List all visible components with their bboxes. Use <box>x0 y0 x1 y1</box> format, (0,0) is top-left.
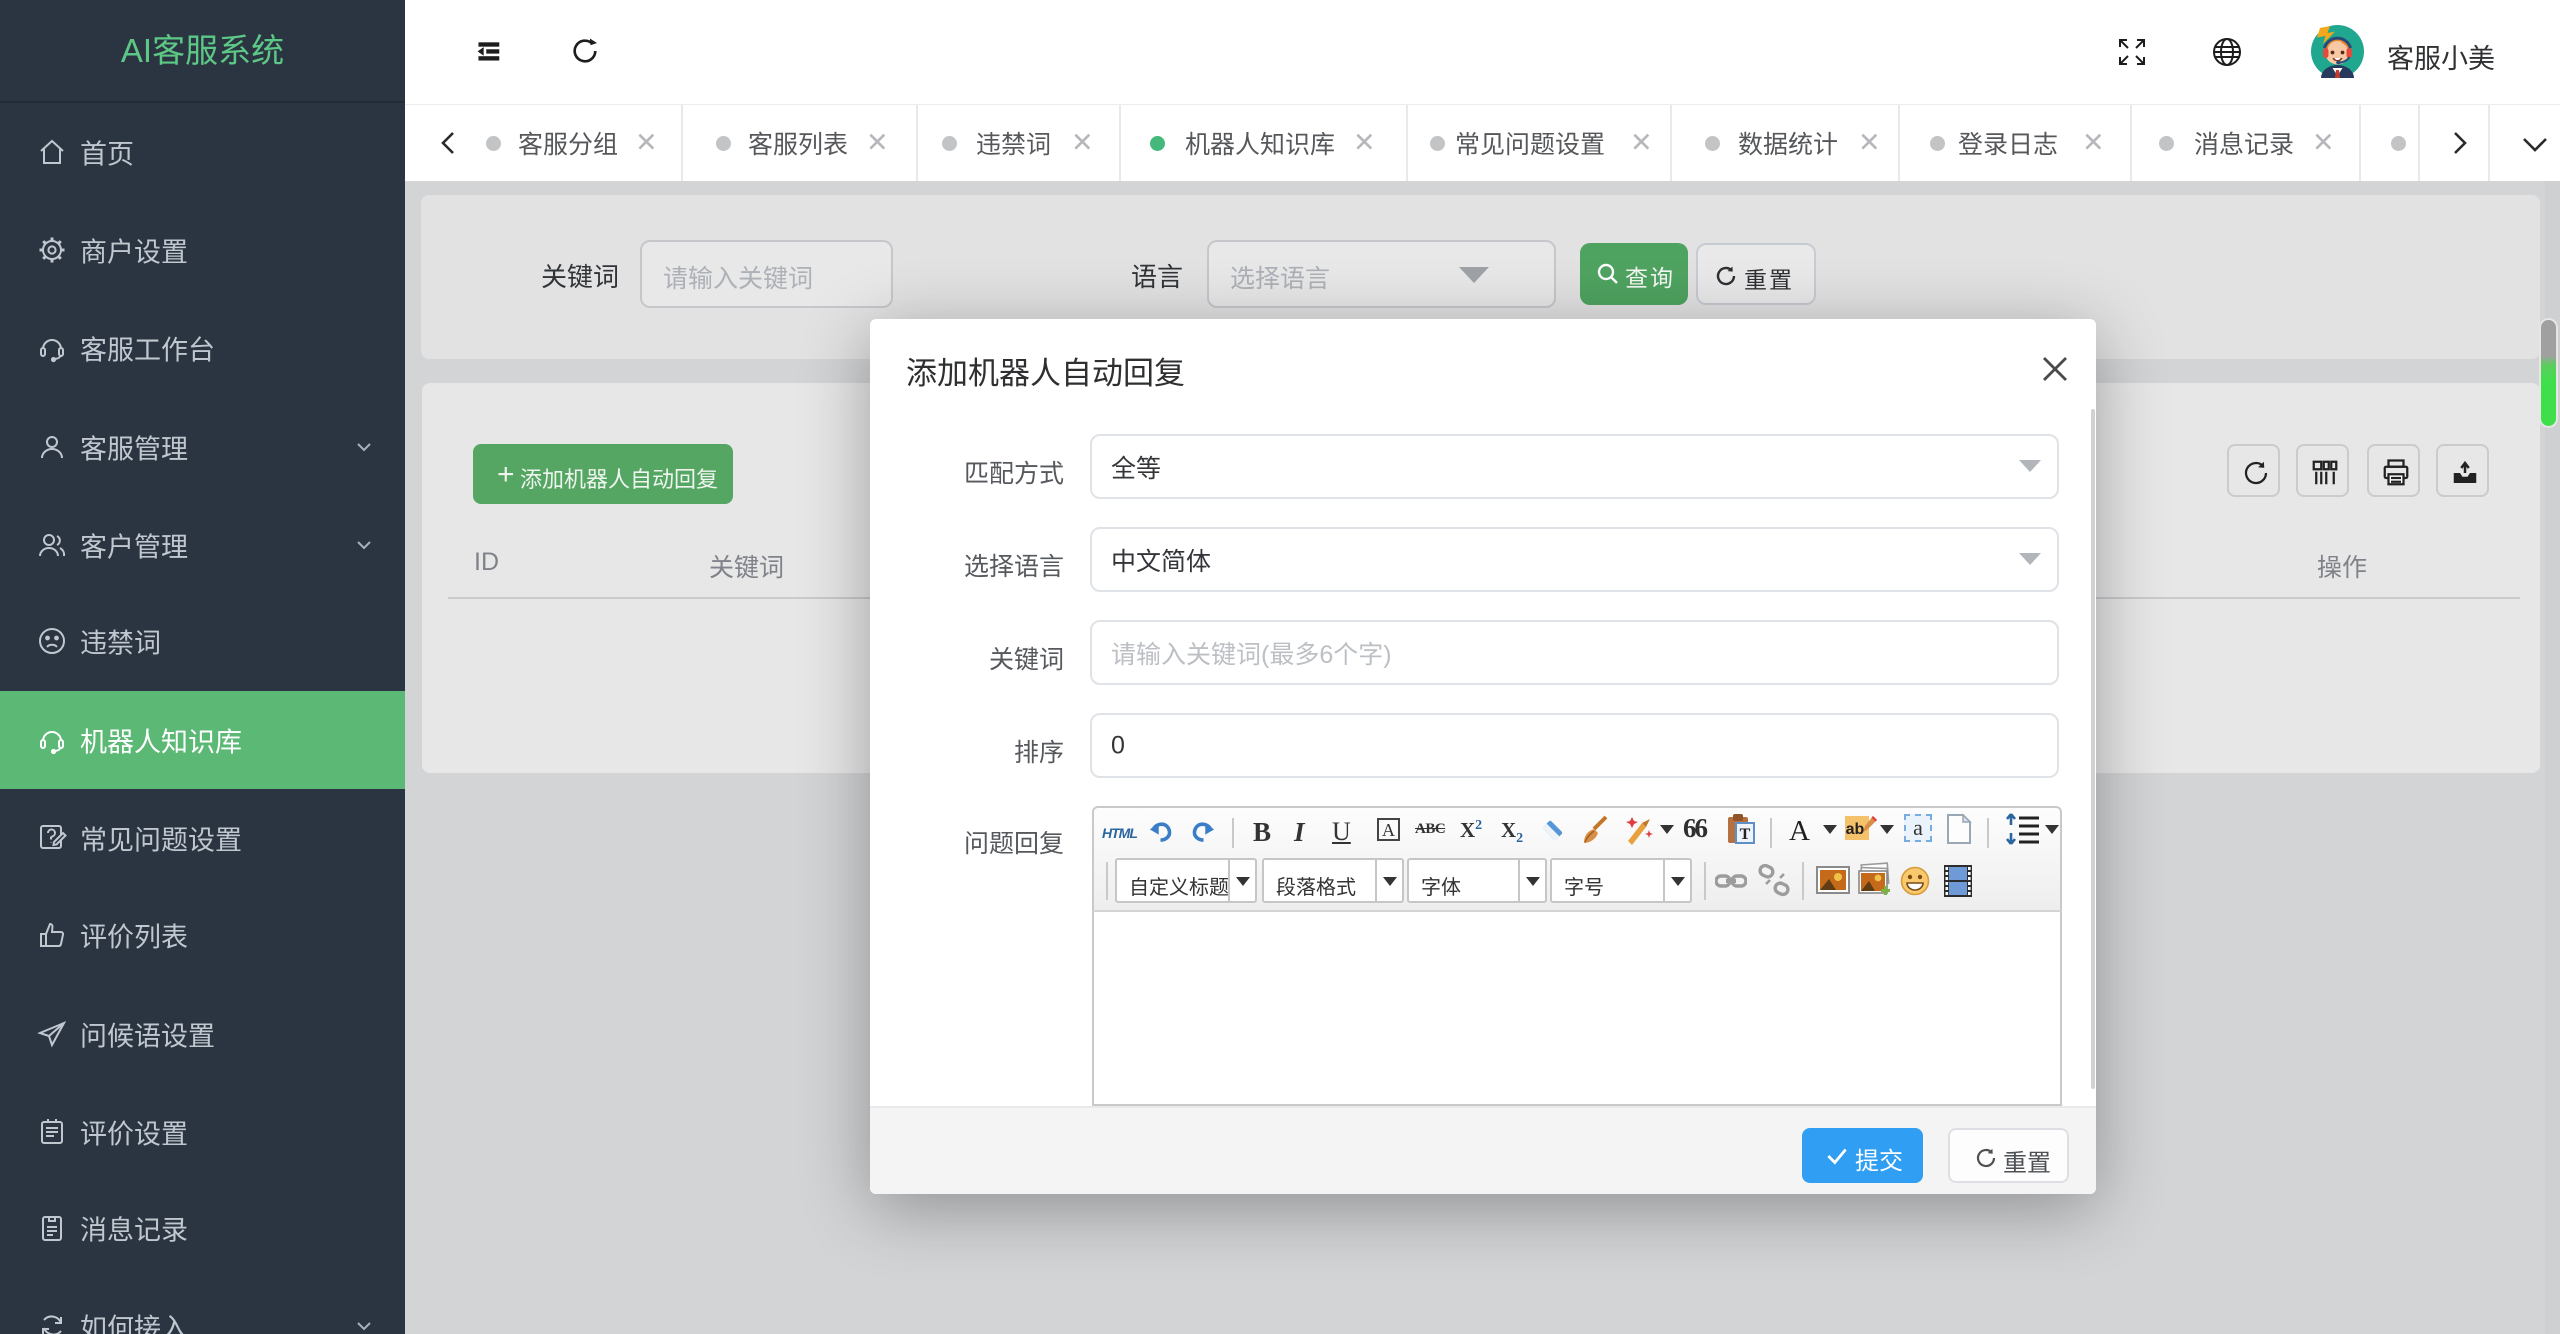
svg-text:ab: ab <box>1846 821 1865 838</box>
svg-text:T: T <box>1740 826 1751 843</box>
